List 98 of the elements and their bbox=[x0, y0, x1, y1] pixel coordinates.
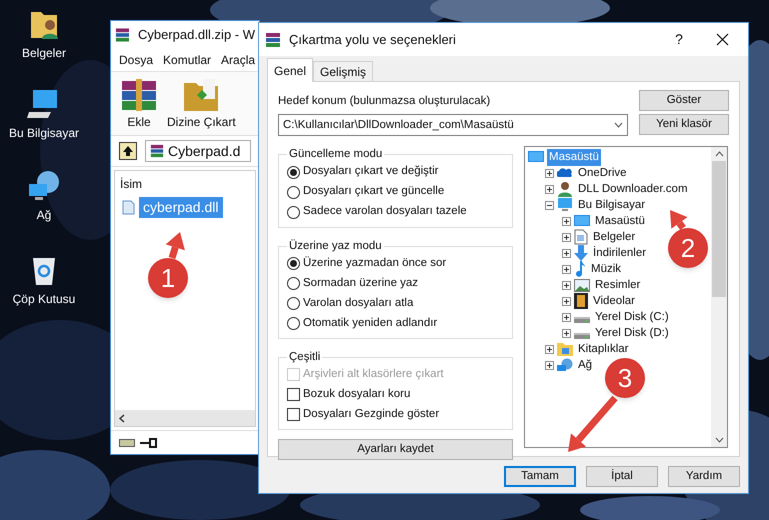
tree-item[interactable]: Resimler bbox=[593, 276, 642, 294]
tree-item[interactable]: Belgeler bbox=[591, 228, 638, 246]
network-icon bbox=[557, 358, 573, 373]
option-label: Dosyaları çıkart ve güncelle bbox=[303, 184, 444, 200]
tab[interactable]: Genel bbox=[267, 58, 314, 82]
dialog-button[interactable]: Tamam bbox=[504, 466, 576, 487]
books-icon bbox=[150, 144, 164, 158]
expander-icon[interactable] bbox=[562, 296, 571, 306]
tree-item[interactable]: Kitaplıklar bbox=[576, 340, 630, 358]
tree-item[interactable]: Yerel Disk (D:) bbox=[593, 324, 671, 342]
music-note-icon bbox=[574, 261, 586, 278]
user-icon bbox=[557, 181, 573, 198]
chevron-down-icon[interactable] bbox=[614, 122, 623, 128]
up-arrow-icon bbox=[123, 146, 133, 156]
help-button[interactable]: ? bbox=[664, 29, 694, 50]
expander-icon[interactable] bbox=[545, 168, 554, 178]
menu-item[interactable]: Komutlar bbox=[163, 51, 212, 69]
drive-icon bbox=[119, 438, 135, 448]
expander-icon[interactable] bbox=[562, 328, 571, 338]
window-title: Cyberpad.dll.zip - W bbox=[138, 26, 255, 44]
chevron-down-icon[interactable] bbox=[714, 437, 724, 444]
down-arrow-icon bbox=[574, 245, 588, 262]
landscape-icon bbox=[574, 278, 590, 292]
dialog-button[interactable]: Göster bbox=[639, 90, 729, 111]
menu-item[interactable]: Dosya bbox=[119, 51, 154, 69]
expander-icon[interactable] bbox=[562, 248, 571, 258]
tree-item[interactable]: İndirilenler bbox=[591, 244, 648, 262]
tree-item[interactable]: Müzik bbox=[589, 260, 624, 278]
file-icon bbox=[122, 200, 135, 214]
books-icon bbox=[115, 27, 130, 43]
toolbar-button[interactable]: Ekle bbox=[119, 77, 159, 131]
tree-item[interactable]: Masaüstü bbox=[593, 212, 647, 230]
checkbox[interactable] bbox=[287, 388, 300, 401]
tree-item[interactable]: Yerel Disk (C:) bbox=[593, 308, 671, 326]
vertical-scrollbar[interactable] bbox=[711, 147, 727, 448]
option-label: Varolan dosyaları atla bbox=[303, 296, 414, 311]
expander-icon[interactable] bbox=[545, 360, 554, 370]
group-title: Çeşitli bbox=[288, 350, 322, 365]
option-label: Dosyaları Gezginde göster bbox=[303, 406, 440, 422]
books-icon bbox=[119, 77, 159, 113]
chevron-left-icon[interactable] bbox=[119, 414, 125, 422]
dialog-button[interactable]: Yeni klasör bbox=[639, 114, 729, 135]
path-field[interactable]: Cyberpad.d bbox=[145, 140, 251, 162]
tab[interactable]: Gelişmiş bbox=[313, 61, 374, 81]
radio-button[interactable] bbox=[287, 206, 300, 218]
radio-button[interactable] bbox=[287, 166, 300, 178]
expander-icon[interactable] bbox=[545, 344, 554, 354]
dialog-button[interactable]: Yardım bbox=[668, 466, 740, 487]
checkbox[interactable] bbox=[287, 408, 300, 421]
radio-button[interactable] bbox=[287, 186, 300, 198]
monitor-icon bbox=[528, 150, 544, 164]
dialog-button[interactable]: İptal bbox=[586, 466, 658, 487]
expander-icon[interactable] bbox=[562, 216, 571, 226]
toolbar-button[interactable]: Dizine Çıkart bbox=[167, 77, 236, 131]
dialog-title: Çıkartma yolu ve seçenekleri bbox=[289, 30, 457, 49]
tree-item[interactable]: Videolar bbox=[591, 292, 637, 310]
group-title: Güncelleme modu bbox=[288, 147, 384, 162]
radio-button[interactable] bbox=[287, 316, 300, 330]
chevron-up-icon[interactable] bbox=[714, 151, 724, 158]
film-icon bbox=[574, 293, 588, 310]
scrollbar-thumb[interactable] bbox=[712, 161, 726, 298]
save-settings-button[interactable]: Ayarları kaydet bbox=[278, 439, 513, 460]
option-label: Bozuk dosyaları koru bbox=[303, 386, 410, 402]
expander-icon[interactable] bbox=[562, 312, 571, 322]
group-title: Üzerine yaz modu bbox=[288, 238, 383, 254]
radio-button[interactable] bbox=[287, 276, 300, 290]
option-label: Sormadan üzerine yaz bbox=[303, 276, 418, 291]
tree-item[interactable]: OneDrive bbox=[576, 164, 629, 182]
up-folder-button[interactable] bbox=[119, 142, 137, 160]
monitor-icon bbox=[574, 214, 590, 228]
expander-icon[interactable] bbox=[562, 280, 571, 290]
option-label: Dosyaları çıkart ve değiştir bbox=[303, 164, 438, 180]
menu-item[interactable]: Araçla bbox=[221, 51, 256, 69]
tree-item[interactable]: Bu Bilgisayar bbox=[576, 196, 648, 214]
drive-icon bbox=[574, 317, 590, 324]
option-label: Sadece varolan dosyaları tazele bbox=[303, 204, 467, 220]
computer-icon bbox=[557, 198, 573, 212]
books-icon bbox=[265, 32, 281, 48]
expander-icon[interactable] bbox=[545, 184, 554, 194]
horizontal-scrollbar[interactable] bbox=[115, 410, 255, 426]
radio-button[interactable] bbox=[287, 256, 300, 270]
option-label: Üzerine yazmadan önce sor bbox=[303, 255, 446, 271]
close-icon bbox=[716, 33, 728, 46]
option-label: Otomatik yeniden adlandır bbox=[303, 316, 438, 331]
tree-item[interactable]: Ağ bbox=[576, 356, 594, 374]
drive-icon bbox=[574, 333, 590, 340]
destination-combobox[interactable]: C:\Kullanıcılar\DllDownloader_com\Masaüstü bbox=[278, 114, 628, 136]
key-icon bbox=[139, 438, 157, 448]
document-icon bbox=[574, 229, 588, 246]
expander-icon[interactable] bbox=[545, 200, 554, 210]
folder-icon bbox=[557, 342, 573, 356]
expander-icon[interactable] bbox=[562, 264, 571, 274]
radio-button[interactable] bbox=[287, 296, 300, 310]
expander-icon[interactable] bbox=[562, 232, 571, 242]
option-label: Arşivleri alt klasörlere çıkart bbox=[303, 366, 444, 382]
column-header[interactable]: İsim bbox=[120, 175, 142, 193]
tree-item[interactable]: DLL Downloader.com bbox=[576, 180, 690, 198]
field-label: Hedef konum (bulunmazsa oluşturulacak) bbox=[278, 94, 492, 109]
